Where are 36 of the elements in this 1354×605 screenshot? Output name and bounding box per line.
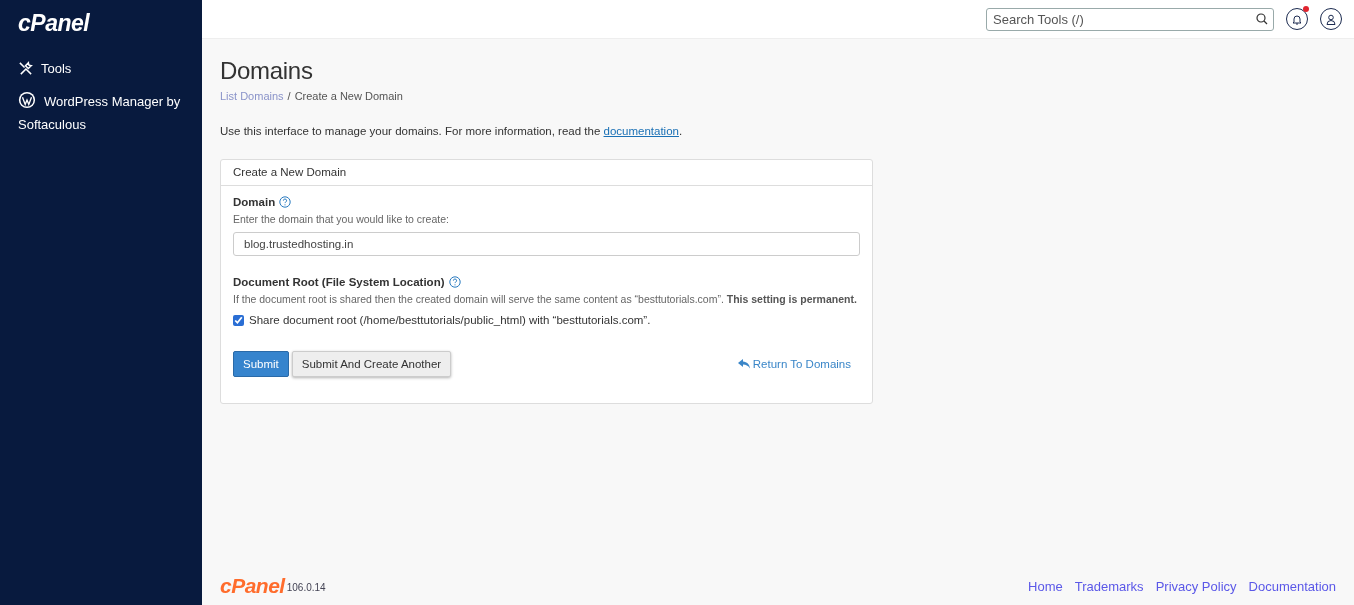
sidebar-item[interactable]: WordPress Manager by Softaculous bbox=[18, 90, 184, 136]
footer-link[interactable]: Documentation bbox=[1248, 578, 1336, 594]
page-title: Domains bbox=[220, 57, 313, 85]
notification-button[interactable] bbox=[1286, 8, 1308, 30]
checkbox-label[interactable]: Share document root (/home/besttutorials/public_html) with “besttutorials.com”. bbox=[249, 314, 651, 326]
field-label: Document Root (File System Location) bbox=[233, 276, 445, 288]
help-icon[interactable] bbox=[279, 196, 292, 208]
version-text: 106.0.14 bbox=[286, 582, 326, 593]
domain-input-field[interactable]: blog.trustedhosting.in bbox=[233, 232, 860, 256]
cpanel-logo: cPanel bbox=[220, 574, 285, 598]
wordpress-icon bbox=[18, 91, 36, 109]
breadcrumb-separator: / bbox=[287, 90, 291, 102]
card-title: Create a New Domain bbox=[221, 160, 872, 186]
checkbox[interactable] bbox=[233, 314, 244, 326]
footer-link[interactable]: Trademarks bbox=[1074, 578, 1144, 594]
user-icon bbox=[1326, 13, 1336, 25]
breadcrumb-current: Create a New Domain bbox=[294, 90, 403, 102]
field-hint: If the document root is shared then the created domain will serve the same content as “besttutorials.com”. This setting is permanent. bbox=[233, 293, 858, 305]
submit-another-button[interactable]: Submit And Create Another bbox=[291, 351, 452, 377]
page-description: Use this interface to manage your domains. For more information, read the documentation. bbox=[220, 125, 683, 137]
cpanel-logo[interactable]: cPanel bbox=[18, 10, 90, 37]
search-field[interactable]: Search Tools (/) bbox=[986, 7, 1274, 31]
sidebar-item[interactable]: Tools bbox=[18, 57, 184, 80]
search-icon[interactable] bbox=[1256, 12, 1268, 25]
field-hint: Enter the domain that you would like to create: bbox=[233, 213, 450, 225]
documentation-link[interactable]: documentation bbox=[603, 125, 679, 137]
help-icon[interactable] bbox=[448, 276, 461, 288]
user-button[interactable] bbox=[1320, 8, 1342, 30]
field-label: Domain bbox=[233, 196, 276, 208]
reply-arrow-icon bbox=[737, 359, 750, 369]
submit-button[interactable]: Submit bbox=[233, 351, 289, 377]
footer-link[interactable]: Home bbox=[1028, 578, 1063, 594]
bell-icon bbox=[1292, 13, 1302, 25]
footer-link[interactable]: Privacy Policy bbox=[1155, 578, 1237, 594]
return-link[interactable]: Return To Domains bbox=[737, 358, 851, 370]
breadcrumb-link[interactable]: List Domains bbox=[220, 90, 284, 102]
